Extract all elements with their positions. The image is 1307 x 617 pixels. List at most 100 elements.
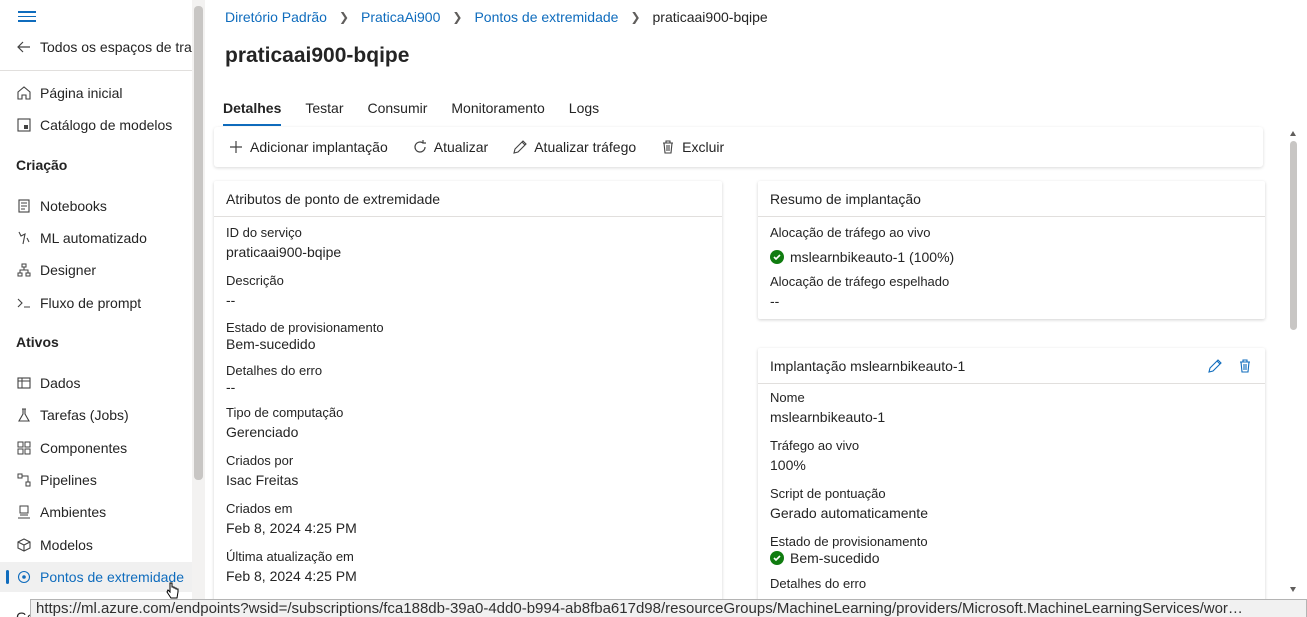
success-check-icon: [770, 551, 784, 565]
field-value: Isac Freitas: [226, 472, 299, 488]
field-scoring-script: Script de pontuação Gerado automaticamen…: [758, 486, 1265, 521]
sidebar-item-automl[interactable]: ML automatizado: [0, 223, 192, 253]
field-label: Script de pontuação: [770, 486, 886, 501]
deployment-card: Implantação mslearnbikeauto-1 Nome mslea…: [758, 348, 1265, 617]
field-value: Bem-sucedido: [226, 336, 316, 352]
scroll-up-arrow-icon[interactable]: [1290, 131, 1296, 136]
menu-hamburger-icon[interactable]: [18, 8, 36, 24]
sidebar-item-label: Pipelines: [40, 472, 97, 488]
field-label: Última atualização em: [226, 549, 354, 564]
field-label: Alocação de tráfego espelhado: [770, 274, 950, 289]
notebook-icon: [16, 198, 32, 214]
field-description: Descrição --: [214, 273, 722, 308]
field-provisioning-state: Estado de provisionamento Bem-sucedido: [214, 320, 722, 352]
tab-details[interactable]: Detalhes: [223, 96, 282, 126]
live-traffic-value: mslearnbikeauto-1 (100%): [790, 249, 955, 265]
tab-consume[interactable]: Consumir: [367, 96, 427, 126]
breadcrumb-endpoints[interactable]: Pontos de extremidade: [474, 9, 618, 25]
sidebar-item-environments[interactable]: Ambientes: [0, 497, 192, 527]
field-live-traffic: Tráfego ao vivo 100%: [758, 438, 1265, 473]
command-bar: Adicionar implantação Atualizar Atualiza…: [214, 127, 1263, 167]
update-traffic-button[interactable]: Atualizar tráfego: [512, 139, 636, 155]
sidebar-item-label: ML automatizado: [40, 230, 147, 246]
field-created-on: Criados em Feb 8, 2024 4:25 PM: [214, 501, 722, 536]
sidebar-item-model-catalog[interactable]: Catálogo de modelos: [0, 110, 192, 140]
tab-monitoring[interactable]: Monitoramento: [451, 96, 544, 126]
field-provisioning-state: Estado de provisionamento Bem-sucedido: [758, 534, 1265, 566]
sidebar-item-pipelines[interactable]: Pipelines: [0, 465, 192, 495]
refresh-button[interactable]: Atualizar: [412, 139, 488, 155]
prompt-flow-icon: [16, 295, 32, 311]
main-scrollbar-thumb[interactable]: [1290, 141, 1297, 330]
sidebar-item-home[interactable]: Página inicial: [0, 78, 192, 108]
data-icon: [16, 375, 32, 391]
delete-button[interactable]: Excluir: [660, 139, 724, 155]
field-label: Tráfego ao vivo: [770, 438, 860, 453]
field-error-details: Detalhes do erro: [758, 576, 1265, 591]
field-label: Tipo de computação: [226, 405, 344, 420]
field-label: Criados por: [226, 453, 294, 468]
catalog-icon: [16, 117, 32, 133]
tab-test[interactable]: Testar: [305, 96, 343, 126]
left-navigation: Todos os espaços de trabal Página inicia…: [0, 0, 192, 617]
deployment-summary-card: Resumo de implantação Alocação de tráfeg…: [758, 181, 1265, 319]
add-deployment-label: Adicionar implantação: [250, 139, 388, 155]
hand-cursor-icon: [166, 582, 179, 599]
sidebar-item-components[interactable]: Componentes: [0, 433, 192, 463]
provision-value: Bem-sucedido: [790, 550, 880, 566]
field-label: Nome: [770, 390, 805, 405]
page-title: praticaai900-bqipe: [225, 44, 410, 67]
field-value: mslearnbikeauto-1 (100%): [770, 249, 1253, 265]
sidebar-item-endpoints[interactable]: Pontos de extremidade: [0, 562, 192, 592]
breadcrumb-directory[interactable]: Diretório Padrão: [225, 9, 327, 25]
card-title: Resumo de implantação: [770, 190, 921, 207]
tab-logs[interactable]: Logs: [569, 96, 599, 126]
plus-icon: [228, 139, 244, 155]
endpoint-attributes-card: Atributos de ponto de extremidade ID do …: [214, 181, 722, 617]
back-to-workspaces-link[interactable]: Todos os espaços de trabal: [0, 32, 192, 62]
delete-label: Excluir: [682, 139, 725, 155]
sidebar-item-prompt-flow[interactable]: Fluxo de prompt: [0, 288, 192, 318]
sidebar-item-label: Página inicial: [40, 85, 123, 101]
breadcrumb-current: praticaai900-bqipe: [652, 9, 768, 25]
sidebar-item-label: Notebooks: [40, 198, 107, 214]
card-header: Resumo de implantação: [758, 181, 1265, 217]
edit-icon[interactable]: [1207, 358, 1223, 374]
scroll-down-arrow-icon[interactable]: [1290, 587, 1296, 592]
breadcrumb-workspace[interactable]: PraticaAi900: [361, 9, 440, 25]
sidebar-item-label: Catálogo de modelos: [40, 117, 173, 133]
field-name: Nome mslearnbikeauto-1: [758, 390, 1265, 425]
field-value: Bem-sucedido: [770, 550, 1253, 566]
field-live-traffic-allocation: Alocação de tráfego ao vivo mslearnbikea…: [758, 225, 1265, 265]
field-value: praticaai900-bqipe: [226, 244, 342, 260]
sidebar-item-models[interactable]: Modelos: [0, 530, 192, 560]
field-label: Alocação de tráfego ao vivo: [770, 225, 931, 240]
main-content: Diretório Padrão ❯ PraticaAi900 ❯ Pontos…: [205, 0, 1290, 617]
sidebar-item-label: Pontos de extremidade: [40, 569, 184, 585]
chevron-right-icon: ❯: [452, 10, 463, 24]
sidebar-item-data[interactable]: Dados: [0, 368, 192, 398]
sidebar-item-jobs[interactable]: Tarefas (Jobs): [0, 400, 192, 430]
field-label: Criados em: [226, 501, 293, 516]
field-created-by: Criados por Isac Freitas: [214, 453, 722, 488]
field-value: 100%: [770, 457, 806, 473]
divider: [0, 70, 192, 71]
field-value: Gerado automaticamente: [770, 505, 928, 521]
chevron-right-icon: ❯: [630, 10, 641, 24]
sidebar-item-label: Fluxo de prompt: [40, 295, 142, 311]
sidebar-scrollbar-thumb[interactable]: [194, 6, 203, 480]
jobs-icon: [16, 407, 32, 423]
field-service-id: ID do serviço praticaai900-bqipe: [214, 225, 722, 260]
trash-icon[interactable]: [1237, 358, 1253, 374]
field-value: mslearnbikeauto-1: [770, 409, 886, 425]
main-scrollbar[interactable]: [1287, 127, 1299, 600]
card-header: Atributos de ponto de extremidade: [214, 181, 722, 217]
success-check-icon: [770, 250, 784, 264]
sidebar-item-notebooks[interactable]: Notebooks: [0, 191, 192, 221]
field-label: Detalhes do erro: [770, 576, 867, 591]
sidebar-scrollbar[interactable]: [192, 0, 205, 600]
sidebar-item-designer[interactable]: Designer: [0, 255, 192, 285]
models-icon: [16, 537, 32, 553]
field-error-details: Detalhes do erro --: [214, 363, 722, 395]
add-deployment-button[interactable]: Adicionar implantação: [228, 139, 388, 155]
